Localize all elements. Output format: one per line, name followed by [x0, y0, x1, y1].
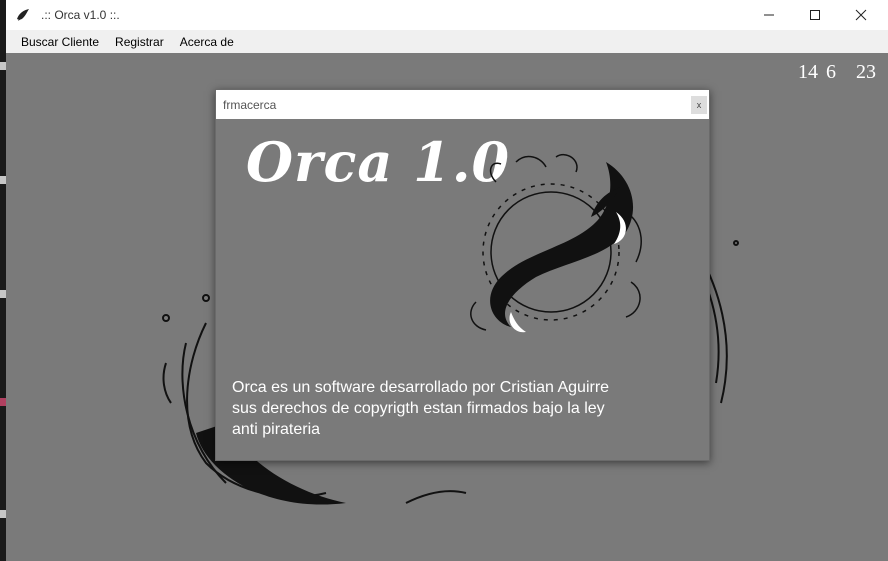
minimize-button[interactable] [746, 0, 792, 30]
menu-acerca-de[interactable]: Acerca de [172, 35, 242, 49]
close-icon [855, 9, 867, 21]
dialog-titlebar: frmacerca x [216, 90, 709, 119]
orca-illustration [470, 153, 642, 333]
maximize-button[interactable] [792, 0, 838, 30]
menu-registrar[interactable]: Registrar [107, 35, 172, 49]
about-description: Orca es un software desarrollado por Cri… [232, 377, 609, 440]
window-titlebar: .:: Orca v1.0 ::. [6, 0, 888, 30]
minimize-icon [764, 14, 774, 16]
maximize-icon [810, 10, 820, 20]
about-dialog: frmacerca x Orca 1.0 Orca es un software… [215, 89, 710, 461]
close-button[interactable] [838, 0, 884, 30]
menu-bar: Buscar Cliente Registrar Acerca de [6, 30, 888, 53]
description-line: anti pirateria [232, 421, 321, 438]
clock-second: 23 [856, 61, 876, 83]
dialog-title: frmacerca [223, 97, 277, 112]
menu-buscar-cliente[interactable]: Buscar Cliente [13, 35, 107, 49]
description-line: sus derechos de copyrigth estan firmados… [232, 400, 605, 417]
description-line: Orca es un software desarrollado por Cri… [232, 379, 610, 396]
orca-icon [17, 9, 29, 21]
window-title: .:: Orca v1.0 ::. [41, 8, 120, 22]
dialog-close-button[interactable]: x [691, 96, 707, 114]
clock-hour: 14 [798, 61, 818, 83]
clock-minute: 6 [826, 61, 836, 83]
